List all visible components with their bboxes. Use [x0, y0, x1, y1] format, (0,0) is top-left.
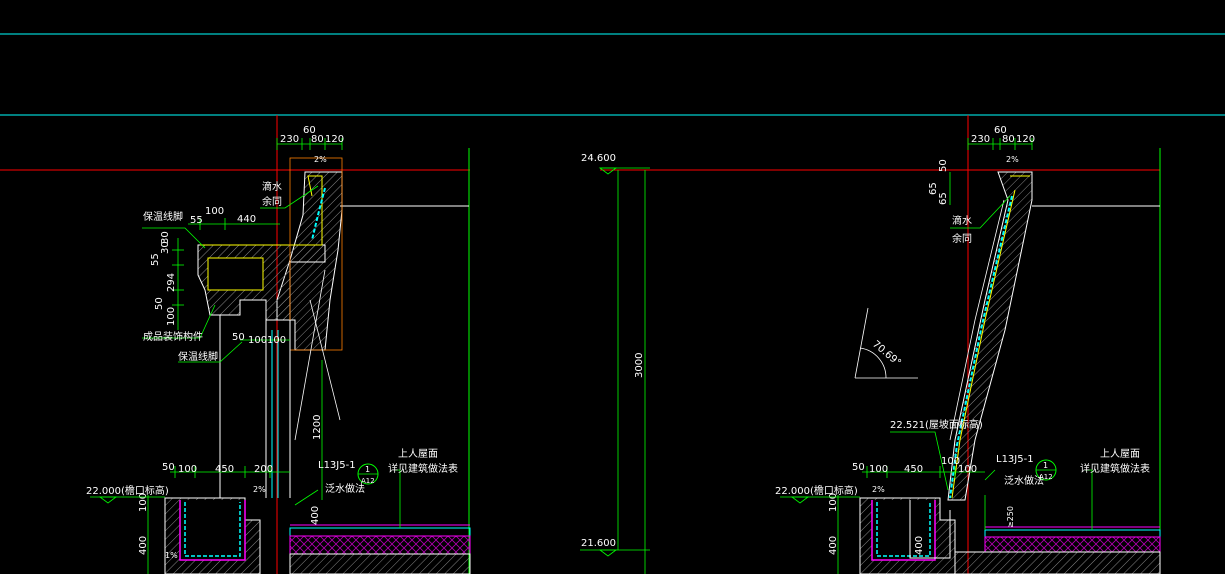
right-label-ref: L13J5-1 [996, 454, 1034, 465]
right-vdim-65b: 65 [938, 192, 949, 205]
left-bdim-50: 50 [162, 462, 175, 473]
left-vdim-55: 55 [150, 253, 161, 266]
left-dim-100c: 100 [267, 335, 286, 346]
right-vdim-250: ≥250 [1006, 506, 1015, 528]
left-elevation-label: 22.000(檐口标高) [86, 484, 169, 497]
left-roof-struct [289, 553, 471, 574]
left-bdim-450: 450 [215, 464, 234, 475]
right-angle-arm [854, 307, 869, 379]
right-ref-circle-top: 1 [1043, 461, 1048, 470]
left-roof-insul [289, 535, 471, 555]
right-bdim-100c: 100 [958, 464, 977, 475]
left-slope-1pct: 1% [165, 551, 178, 560]
left-label-drip-1: 滴水 [262, 180, 282, 193]
right-bdim-50: 50 [852, 462, 865, 473]
right-label-flashing: 泛水做法 [1004, 474, 1044, 487]
left-ref-circle-top: 1 [365, 465, 370, 474]
left-gutter-channel [179, 500, 246, 561]
right-label-slope-elev: 22.521(屋坡面标高) [890, 418, 983, 431]
left-dim-100b: 100 [248, 335, 267, 346]
left-dim-1200: 1200 [312, 415, 323, 440]
left-lower-dims [240, 339, 323, 500]
left-bdim-100: 100 [178, 464, 197, 475]
right-elev-bot-triangle [598, 549, 618, 557]
right-roof-insul [984, 536, 1161, 553]
left-label-roof-1: 上人屋面 [398, 448, 438, 460]
right-detail: 24.600 21.600 3000 70.69° 230 60 80 120 … [580, 115, 1161, 574]
left-label-flashing: 泛水做法 [325, 482, 365, 495]
left-elev-triangle [98, 496, 118, 504]
left-slope-top: 2% [314, 155, 327, 164]
right-bdim-450: 450 [904, 464, 923, 475]
right-label-roof-2: 详见建筑做法表 [1080, 462, 1150, 475]
right-height-dim: 3000 [634, 353, 645, 378]
right-roof-struct [954, 551, 1161, 574]
cad-drawing-canvas[interactable]: 230 60 80 120 2% 100 55 440 55 30 30 294… [0, 0, 1225, 574]
right-angle-label: 70.69° [870, 339, 903, 369]
left-dim-50: 50 [232, 332, 245, 343]
left-dim-120: 120 [325, 134, 344, 145]
right-slope-top: 2% [1006, 155, 1019, 164]
left-label-insul-bottom: 保温线脚 [178, 350, 218, 363]
left-vdim-30b: 30 [160, 231, 171, 244]
left-dim-230: 230 [280, 134, 299, 145]
left-dim-440: 440 [237, 214, 256, 225]
left-dim-80: 80 [311, 134, 324, 145]
right-label-roof-1: 上人屋面 [1100, 448, 1140, 460]
right-elevation-label: 22.000(檐口标高) [775, 484, 858, 497]
left-label-insul-top: 保温线脚 [143, 210, 183, 223]
right-gutter-channel [871, 500, 936, 561]
left-dim-100: 100 [205, 206, 224, 217]
left-label-drip-2: 余同 [262, 195, 282, 208]
left-vdim-294: 294 [166, 273, 177, 292]
right-elev-triangle [790, 496, 810, 504]
right-vdim-50: 50 [938, 159, 949, 172]
right-slope-bottom: 2% [872, 485, 885, 494]
right-elev-top-triangle [598, 167, 618, 175]
left-dim-55: 55 [190, 215, 203, 226]
right-vdim-400a: 400 [828, 536, 839, 555]
left-detail: 230 60 80 120 2% 100 55 440 55 30 30 294… [0, 115, 471, 574]
right-dim-230: 230 [971, 134, 990, 145]
left-bdim-200: 200 [254, 464, 273, 475]
left-vdim-400a: 400 [138, 536, 149, 555]
right-dim-80: 80 [1002, 134, 1015, 145]
right-label-drip-2: 余同 [952, 232, 972, 245]
right-label-drip-1: 滴水 [952, 214, 972, 227]
left-vdim-100: 100 [166, 307, 177, 326]
right-roof-slab [984, 529, 1161, 538]
right-dim-120: 120 [1016, 134, 1035, 145]
left-slope-bottom: 2% [253, 485, 266, 494]
left-vdim-400b: 400 [310, 506, 321, 525]
left-roof-slab [289, 527, 471, 537]
left-cornice-inner [207, 257, 264, 291]
right-bdim-100: 100 [869, 464, 888, 475]
right-vdim-400b: 400 [914, 536, 925, 555]
left-label-roof-2: 详见建筑做法表 [388, 462, 458, 475]
right-elevation-top: 24.600 [581, 153, 616, 164]
left-label-ref: L13J5-1 [318, 460, 356, 471]
right-elevation-bottom: 21.600 [581, 538, 616, 549]
left-label-prefab: 成品装饰构件 [143, 330, 203, 343]
left-vdim-50: 50 [154, 297, 165, 310]
